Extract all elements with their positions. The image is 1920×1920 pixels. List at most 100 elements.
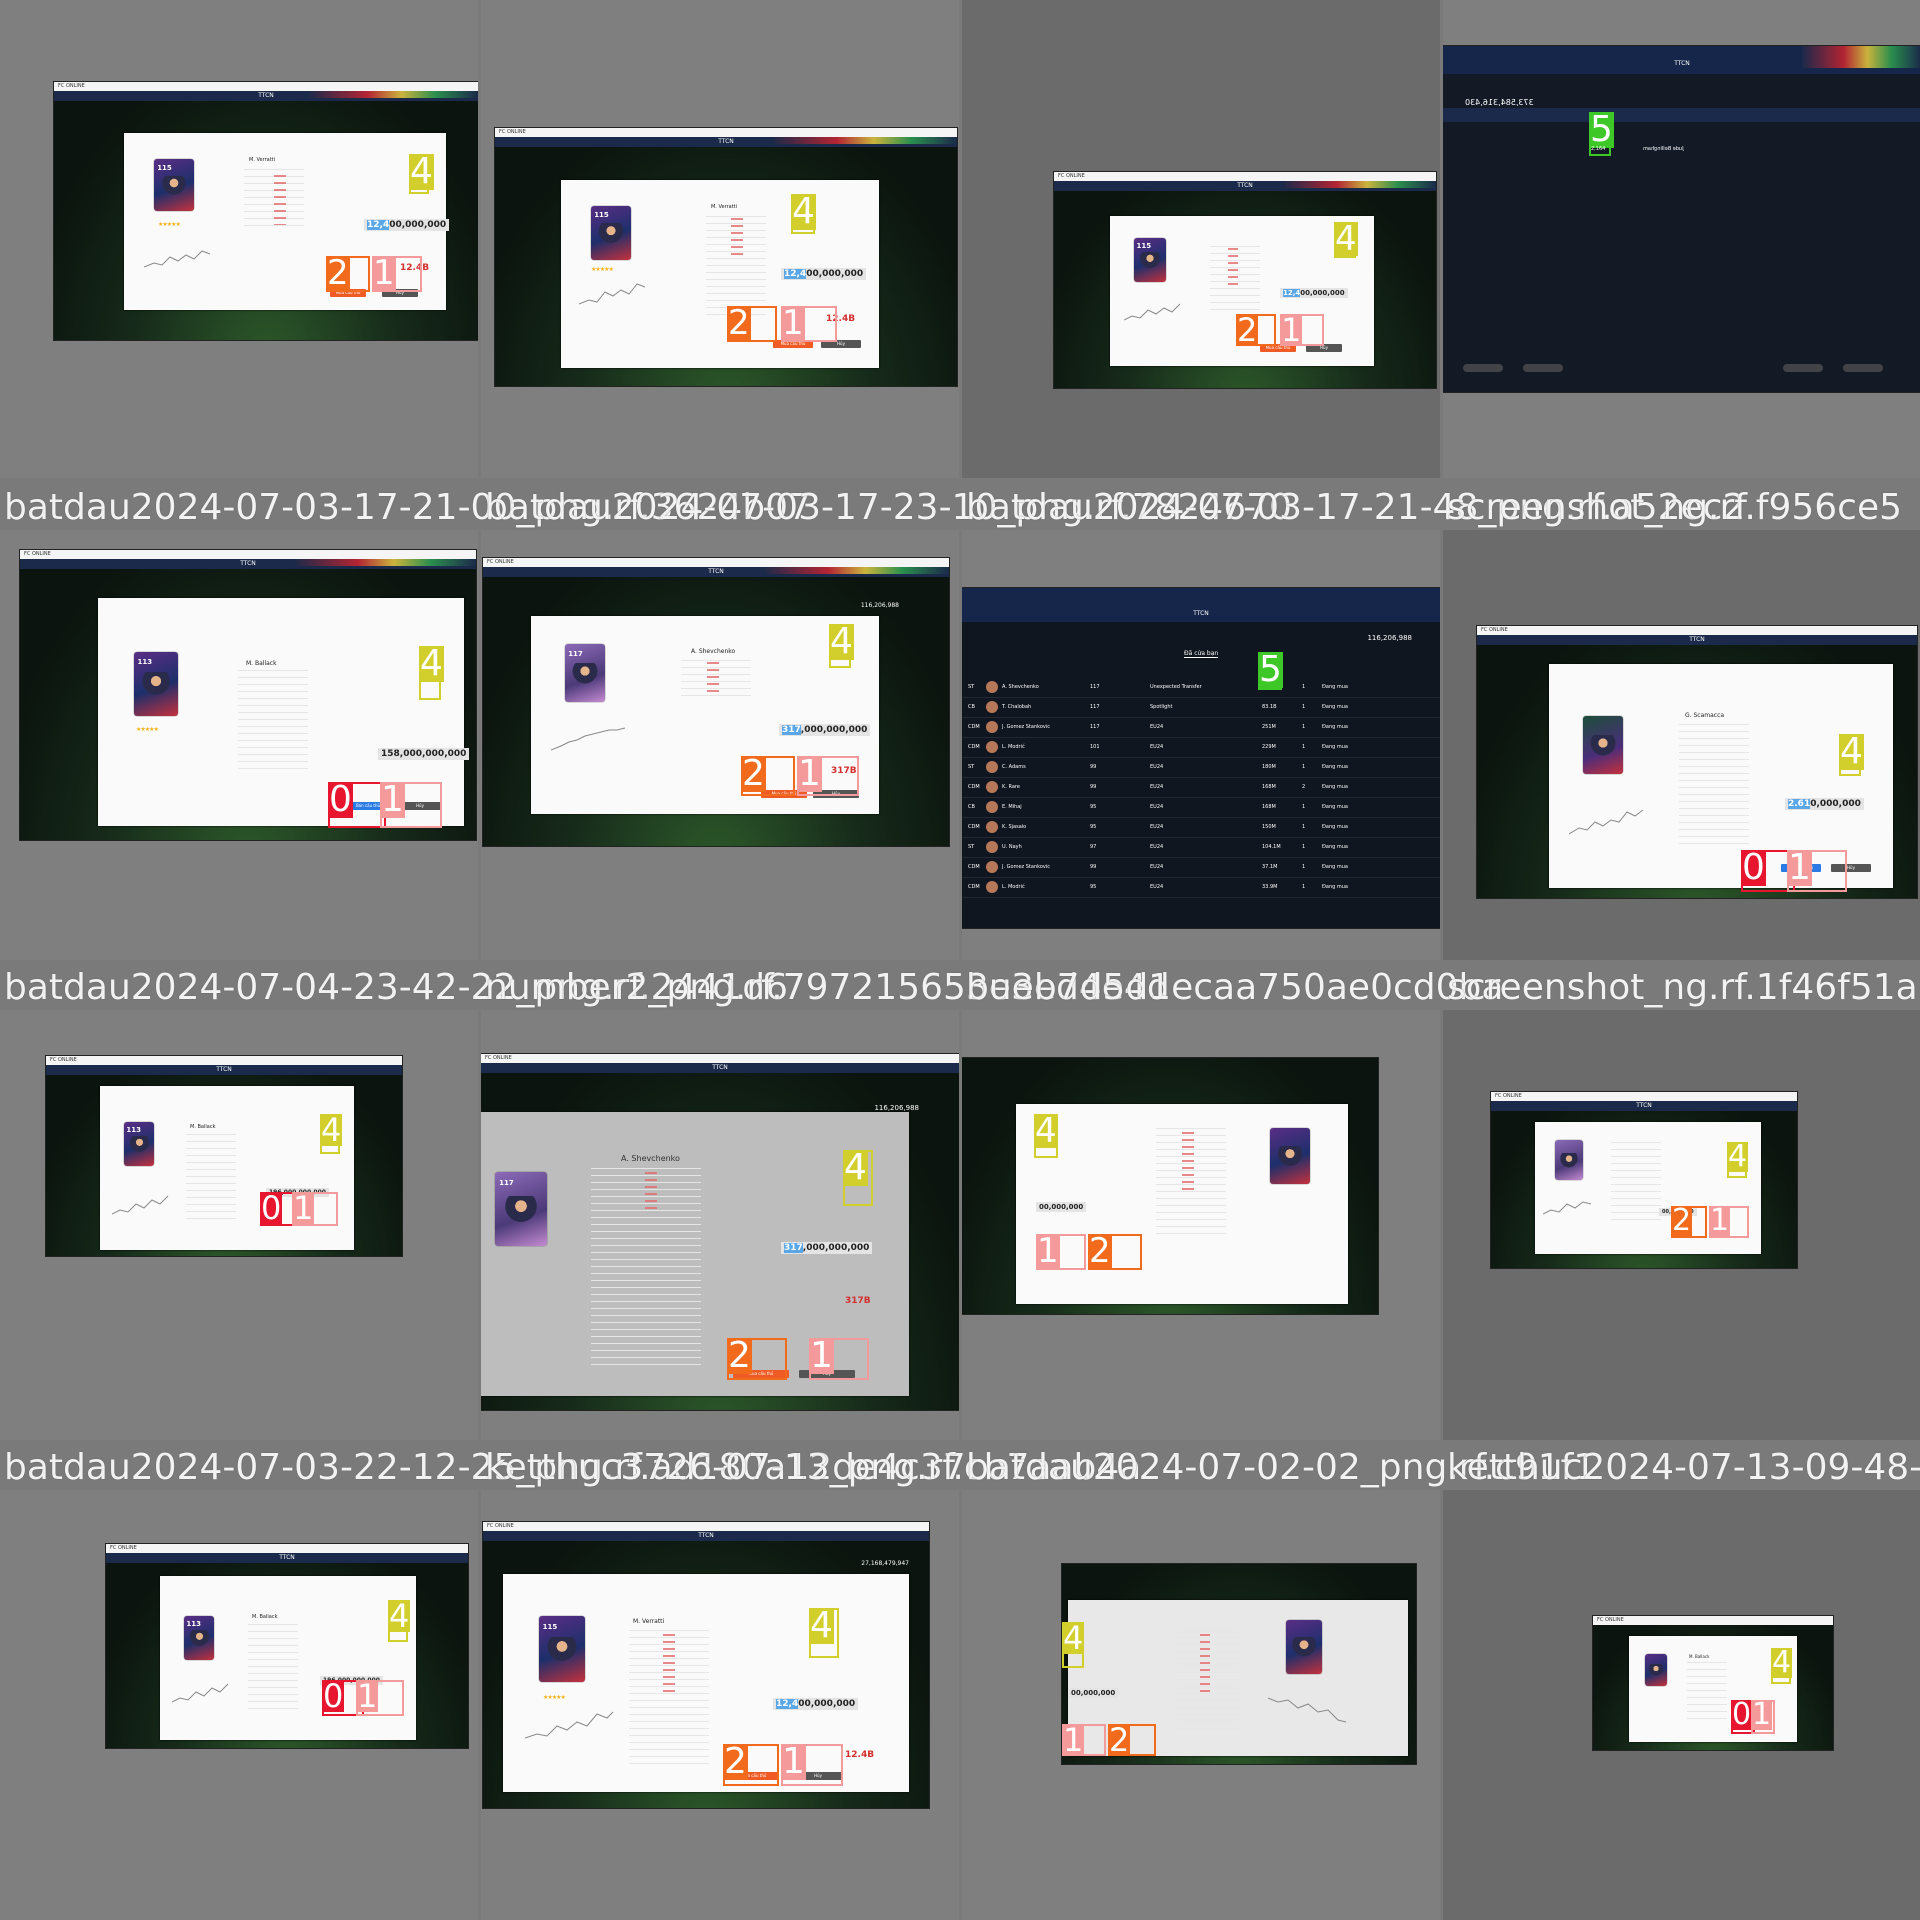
transfer-row[interactable]: CDM L. Modrić 101 EU24 229M 1 Đang mua [962, 738, 1440, 758]
row-type: EU24 [1150, 884, 1164, 890]
player-card: 115 [591, 206, 631, 260]
tab-ttcn[interactable]: TTCN [718, 138, 734, 145]
price-chart [551, 727, 626, 751]
row-status: Đang mua [1322, 744, 1348, 750]
transfer-row[interactable]: CDM K. Sjasaio 95 EU24 150M 1 Đang mua [962, 818, 1440, 838]
player-name: A. Shevchenko [691, 648, 736, 655]
player-card: 117 [495, 1172, 547, 1246]
row-pos: ST [968, 764, 975, 770]
row-name: L. Modrić [1002, 744, 1025, 750]
player-card: 115 [1134, 238, 1166, 282]
price-chart [112, 1195, 169, 1215]
annotation-4: 4 [843, 1150, 873, 1206]
avatar [986, 841, 998, 853]
price-field[interactable]: 158,000,000,000 [378, 748, 470, 760]
row-q: 1 [1302, 864, 1306, 870]
tab-ttcn[interactable]: TTCN [712, 1064, 728, 1071]
game-window: FC ONLINE M. Ballack 4 0 1 [1593, 1616, 1833, 1750]
caption-7: bueb7d5d1ecaa750ae0cd0ba [966, 967, 1504, 1008]
tab-ttcn[interactable]: TTCN [1237, 182, 1253, 189]
row-type: EU24 [1150, 824, 1164, 830]
row-type: EU24 [1150, 864, 1164, 870]
annotation-2: 2 [1236, 314, 1276, 346]
caption-12: ketthuc2024-07-13-09-48-05 [1447, 1447, 1920, 1488]
price-field[interactable]: 00,000,000 [1068, 1688, 1119, 1698]
game-window: FC ONLINE TTCN 116,206,988 117 A. Shevch… [481, 1054, 959, 1410]
tab-ttcn[interactable]: TTCN [279, 1554, 295, 1561]
annotation-4: 4 [809, 1608, 839, 1658]
row-name: J. Gomez Stankovic [1002, 864, 1050, 870]
price-tag: 317B [845, 1296, 871, 1306]
annotation-4: 4 [1727, 1142, 1749, 1178]
price-field[interactable]: 00,000,000 [1036, 1202, 1087, 1212]
tab-ttcn[interactable]: TTCN [698, 1532, 714, 1539]
transfer-row[interactable]: ST A. Shevchenko 117 Unexpected Transfer 1 Đa… [962, 678, 1440, 698]
row-name: J. Gomez Stankovic [1002, 724, 1050, 730]
row-name: K. Rare [1002, 784, 1020, 790]
price-field[interactable]: 12,400,000,000 [1280, 288, 1348, 298]
tab-ttcn[interactable]: TTCN [1674, 60, 1690, 67]
row-type: EU24 [1150, 844, 1164, 850]
transfer-row[interactable]: ST U. Nayh 97 EU24 104.1M 1 Đang mua [962, 838, 1440, 858]
game-window: FC ONLINE TTCN 116,206,988 117 A. Shevch… [483, 558, 949, 846]
row-ovr: 99 [1090, 784, 1097, 790]
tab-ttcn[interactable]: TTCN [1636, 1102, 1652, 1109]
coin-balance: 373,584,316,430 [1465, 98, 1534, 107]
annotation-4: 4 [1839, 734, 1864, 776]
annotation-1: 1 [781, 306, 837, 342]
price-field[interactable]: 2.610,000,000 [1785, 798, 1864, 810]
player-card: 117 [565, 644, 605, 702]
price-field[interactable]: 12,400,000,000 [773, 1698, 859, 1710]
transfer-row[interactable]: CB T. Chalobah 117 Spotlight 83.1B 1 Đang mua [962, 698, 1440, 718]
tile-6: FC ONLINE TTCN 116,206,988 117 A. Shevch… [481, 530, 959, 960]
row-price: 104.1M [1262, 844, 1281, 850]
transfer-row[interactable]: CDM L. Modrić 95 EU24 33.9M 1 Đang mua [962, 878, 1440, 898]
tile-14: FC ONLINE TTCN 27,168,479,947 115 ★★★★★ … [481, 1490, 959, 1920]
price-field[interactable]: 317,000,000,000 [779, 724, 871, 736]
row-type: Spotlight [1150, 704, 1173, 710]
row-q: 1 [1302, 844, 1306, 850]
tile-7: TTCN 116,206,988 Đã cửa bạn ST A. Shevche… [962, 530, 1440, 960]
player-name: M. Verratti [249, 157, 275, 163]
avatar [986, 681, 998, 693]
caption-4: screenshot_ng.rf.f956ce5 [1447, 487, 1903, 528]
player-name: A. Shevchenko [621, 1154, 680, 1163]
annotation-1: 1 [1787, 850, 1847, 892]
avatar [986, 801, 998, 813]
transfer-row[interactable]: CDM J. Gomez Stankovic 117 EU24 251M 1 Đang mu… [962, 718, 1440, 738]
row-q: 1 [1302, 804, 1306, 810]
tab-ttcn[interactable]: TTCN [1689, 636, 1705, 643]
transfer-row[interactable]: CDM K. Rare 99 EU24 168M 2 Đang mua [962, 778, 1440, 798]
game-window: FC ONLINE TTCN 115 ★★★★★ M. Verratti 12,… [54, 82, 478, 340]
price-field[interactable]: 317,000,000,000 [781, 1242, 873, 1254]
price-field[interactable]: 12,400,000,000 [364, 219, 450, 231]
transfer-row[interactable]: CB E. Mihaj 95 EU24 168M 1 Đang mua [962, 798, 1440, 818]
annotation-1: 1 [380, 782, 442, 828]
tab-ttcn[interactable]: TTCN [216, 1066, 232, 1073]
tab-ttcn[interactable]: TTCN [708, 568, 724, 575]
tab-ttcn[interactable]: TTCN [1193, 610, 1209, 617]
row-pos: ST [968, 684, 975, 690]
player-row[interactable]: Jude Bellingham [1643, 146, 1684, 152]
tab-ttcn[interactable]: TTCN [240, 560, 256, 567]
price-field[interactable]: 12,400,000,000 [781, 268, 867, 280]
transfer-row[interactable]: ST C. Adams 99 EU24 180M 1 Đang mua [962, 758, 1440, 778]
row-pos: ST [968, 844, 975, 850]
row-type: EU24 [1150, 724, 1164, 730]
row-q: 1 [1302, 704, 1306, 710]
price-chart [1543, 1201, 1592, 1215]
tile-4: TTCN 373,584,316,430 Jude Bellingham 5 2,… [1443, 0, 1920, 478]
annotation-2: 2 [727, 306, 777, 342]
transfer-row[interactable]: CDM J. Gomez Stankovic 99 EU24 37.1M 1 Đang mu… [962, 858, 1440, 878]
row-pos: CB [968, 704, 975, 710]
buy-dialog: 115 ★★★★★ M. Verratti 12,400,000,000 12.… [503, 1574, 909, 1792]
row-pos: CB [968, 804, 975, 810]
player-card [1270, 1128, 1310, 1184]
tab-ttcn[interactable]: TTCN [258, 92, 274, 99]
buy-dialog: 00,000,000 [1016, 1104, 1348, 1304]
game-window: FC ONLINE TTCN 115 12,400,000,000 Mua cầ… [1054, 172, 1436, 388]
row-pos: CDM [968, 824, 980, 830]
avatar [986, 741, 998, 753]
annotation-1: 1 [1062, 1724, 1106, 1756]
tab-mine[interactable]: Đã cửa bạn [1184, 650, 1219, 658]
